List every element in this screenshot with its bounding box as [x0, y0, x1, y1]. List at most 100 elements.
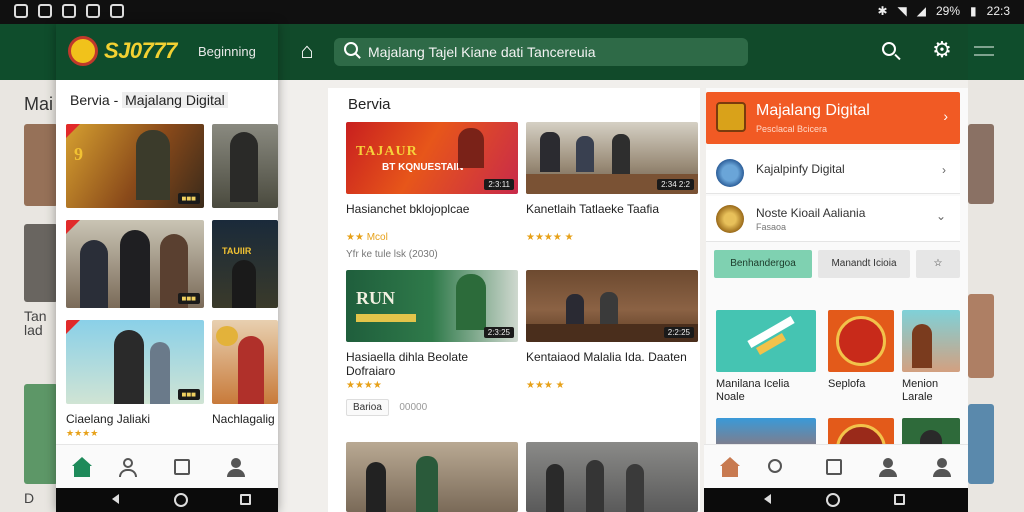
background-tile: [968, 294, 994, 378]
background-tile: [968, 404, 994, 484]
chip-rating: 00000: [399, 402, 428, 413]
background-tile: [968, 124, 994, 204]
bluetooth-icon: ✱: [877, 4, 888, 18]
notification-icon: [86, 4, 100, 18]
chip-row: Barioa 00000: [346, 397, 518, 416]
phone-left: SJ0777 Beginning Bervia - Majalang Digit…: [56, 24, 278, 512]
duration-badge: 2:3:11: [484, 179, 514, 190]
back-icon[interactable]: [764, 494, 771, 504]
back-icon[interactable]: [112, 494, 119, 504]
background-text: lad: [24, 322, 43, 338]
card-title: Nachlagalig: [212, 412, 275, 426]
recent-apps-icon[interactable]: [240, 494, 251, 505]
video-card[interactable]: ■■■: [66, 220, 204, 308]
profile-icon[interactable]: [118, 457, 138, 477]
phone-right: [704, 24, 968, 512]
notification-icon: [62, 4, 76, 18]
video-thumbnail[interactable]: 2:34 2:2: [526, 122, 698, 194]
status-indicators: ✱ ◥ ◢ 29% ▮ 22:3: [877, 4, 1010, 18]
home-button[interactable]: [826, 493, 840, 507]
account-icon[interactable]: [226, 457, 246, 477]
system-navbar: [56, 488, 278, 512]
video-thumbnail[interactable]: 2:2:25: [526, 270, 698, 342]
video-thumbnail[interactable]: RUN 2:3:25: [346, 270, 518, 342]
home-icon[interactable]: [72, 457, 92, 477]
video-card[interactable]: [212, 124, 278, 208]
news-icon[interactable]: [172, 457, 192, 477]
background-tile: [24, 124, 58, 206]
card-rating: ★★★★ ★: [526, 232, 574, 243]
duration-badge: ■■■: [177, 293, 200, 304]
card-meta: Yfr ke tule lsk (2030): [346, 249, 438, 260]
card-title: Hasianchet bklojoplcae: [346, 202, 470, 216]
app-header: SJ0777 Beginning: [56, 24, 278, 80]
video-thumbnail[interactable]: [526, 442, 698, 512]
duration-badge: 2:34 2:2: [657, 179, 694, 190]
thumbnail-text: BT KQNUESTAIN: [382, 162, 464, 173]
search-input[interactable]: [368, 38, 738, 66]
video-thumbnail[interactable]: TAJAUR BT KQNUESTAIN 2:3:11: [346, 122, 518, 194]
home-icon[interactable]: [720, 457, 740, 477]
card-title: Kanetlaih Tatlaeke Taafia: [526, 202, 659, 216]
video-card[interactable]: [526, 442, 698, 512]
section-title: Bervia: [348, 96, 391, 113]
background-tile: [24, 224, 58, 302]
menu-icon: [974, 46, 994, 56]
search-icon[interactable]: [766, 457, 786, 477]
bottom-tab-bar: [704, 444, 968, 488]
background-app-title: Mai: [24, 94, 54, 114]
duration-badge: ■■■: [177, 193, 200, 204]
header-label: Beginning: [198, 44, 256, 59]
section-title: Bervia - Majalang Digital: [70, 92, 228, 108]
card-rating: ★★★★: [346, 380, 382, 391]
category-chip[interactable]: Barioa: [346, 399, 389, 416]
duration-badge: 2:3:25: [483, 327, 514, 338]
card-rating: ★★★★: [66, 428, 99, 438]
search-icon: [344, 42, 358, 56]
background-text: D: [24, 490, 35, 506]
brand-logo-icon: [68, 36, 98, 66]
card-title: Kentaiaod Malalia Ida. Daaten: [526, 350, 687, 364]
home-button[interactable]: [174, 493, 188, 507]
battery-level: 29%: [936, 4, 961, 18]
content-feed: Bervia TAJAUR BT KQNUESTAIN 2:3:11 Hasia…: [328, 88, 700, 512]
signal-icon: ◢: [916, 4, 926, 18]
brand-name: SJ0777: [104, 38, 177, 63]
video-card[interactable]: ■■■: [66, 320, 204, 404]
video-card[interactable]: [346, 442, 518, 512]
duration-badge: 2:2:25: [663, 327, 694, 338]
battery-icon: ▮: [970, 4, 977, 18]
notification-icons: [14, 4, 124, 18]
thumbnail-text: TAJAUR: [356, 144, 418, 159]
thumbnail-text: RUN: [356, 288, 395, 308]
home-icon[interactable]: ⌂: [294, 38, 320, 64]
video-card[interactable]: 2:34 2:2 Kanetlaih Tatlaeke Taafia ★★★★ …: [526, 122, 698, 243]
card-rating: ★★ Mcol: [346, 232, 388, 243]
background-tile: [24, 384, 58, 484]
notification-icon: [110, 4, 124, 18]
recent-apps-icon[interactable]: [894, 494, 905, 505]
video-card[interactable]: TAJAUR BT KQNUESTAIN 2:3:11 Hasianchet b…: [346, 122, 518, 260]
duration-badge: ■■■: [177, 389, 200, 400]
video-card[interactable]: [212, 320, 278, 404]
account-icon[interactable]: [932, 457, 952, 477]
wifi-icon: ◥: [897, 4, 907, 18]
section-title-highlight: Majalang Digital: [122, 92, 228, 108]
search-bar[interactable]: [334, 38, 748, 66]
system-navbar: [704, 488, 968, 512]
notification-icon: [38, 4, 52, 18]
card-rating: ★★★ ★: [526, 380, 565, 391]
video-card[interactable]: TAUIIR: [212, 220, 278, 308]
video-card[interactable]: RUN 2:3:25 Hasiaella dihla Beolate Dofra…: [346, 270, 518, 416]
video-card[interactable]: 2:2:25 Kentaiaod Malalia Ida. Daaten ★★★…: [526, 270, 698, 391]
grid-icon[interactable]: [824, 457, 844, 477]
card-title: Hasiaella dihla Beolate Dofraiaro: [346, 350, 469, 378]
notification-icon: [14, 4, 28, 18]
clock: 22:3: [986, 4, 1010, 18]
profile-icon[interactable]: [878, 457, 898, 477]
video-card[interactable]: 9 ■■■: [66, 124, 204, 208]
status-bar: ✱ ◥ ◢ 29% ▮ 22:3: [0, 0, 1024, 24]
bottom-tab-bar: [56, 444, 278, 488]
card-title: Ciaelang Jaliaki: [66, 412, 151, 426]
video-thumbnail[interactable]: [346, 442, 518, 512]
